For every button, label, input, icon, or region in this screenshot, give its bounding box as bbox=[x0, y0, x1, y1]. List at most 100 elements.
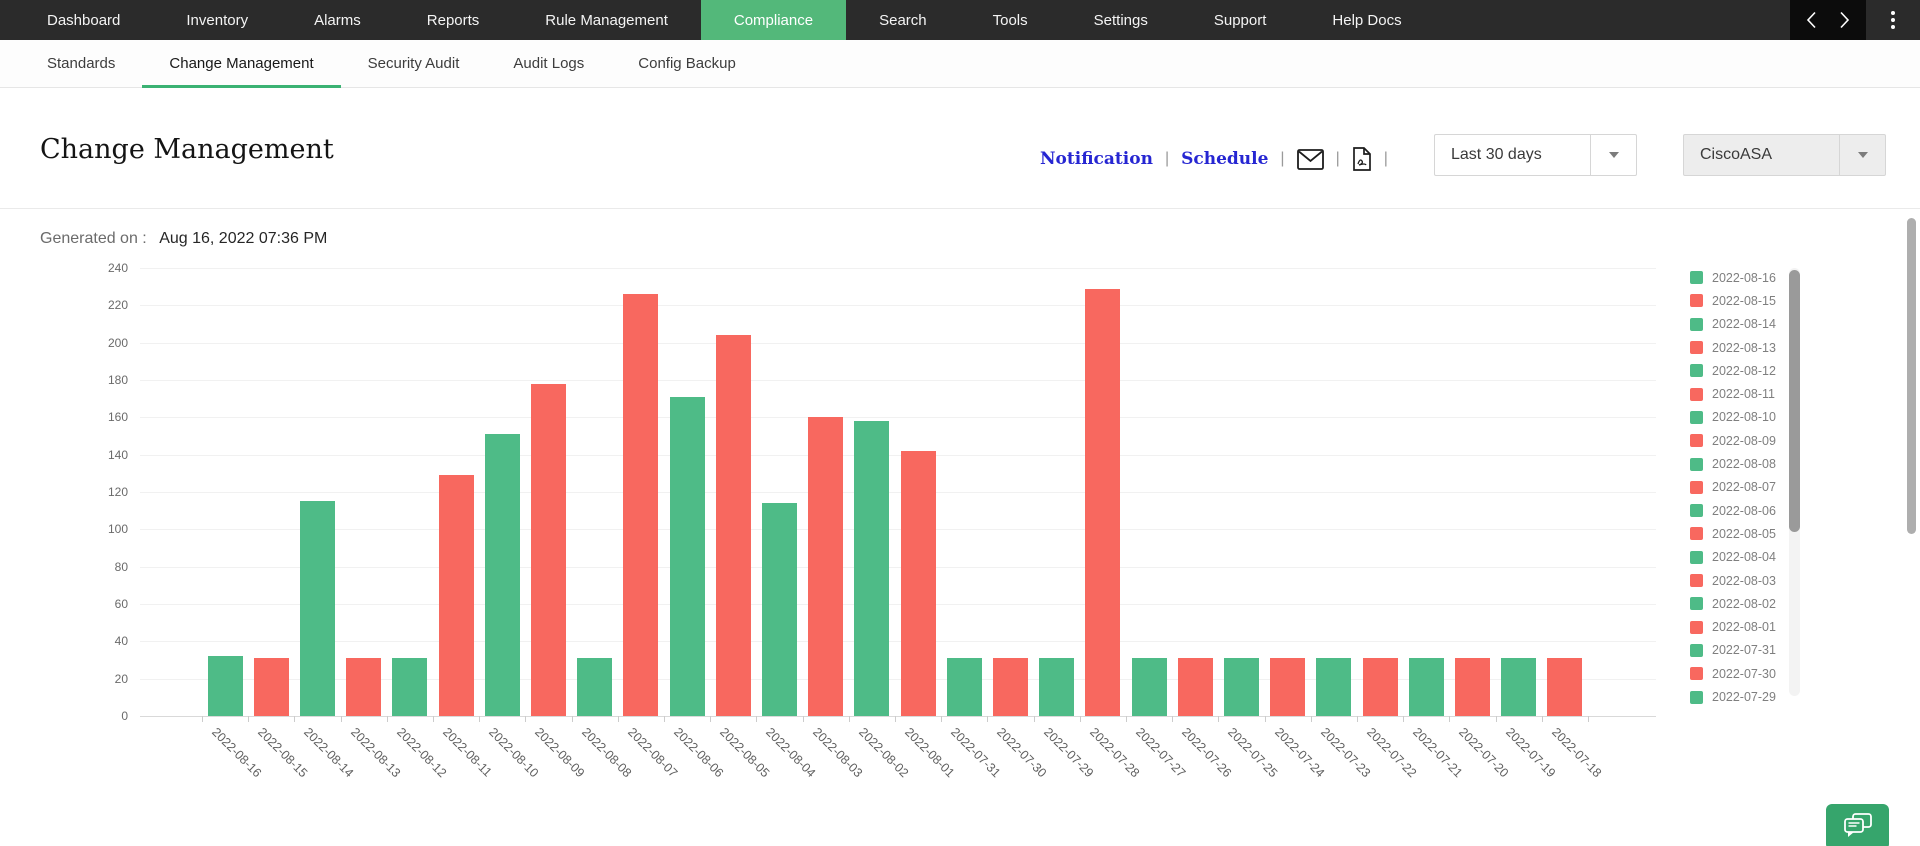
tab-change-management[interactable]: Change Management bbox=[142, 40, 340, 87]
page-scrollbar[interactable] bbox=[1907, 218, 1916, 534]
top-navbar-items: DashboardInventoryAlarmsReportsRule Mana… bbox=[0, 0, 1435, 40]
nav-item-reports[interactable]: Reports bbox=[394, 0, 513, 40]
bar-2022-08-13[interactable] bbox=[346, 658, 381, 716]
bar-2022-08-08[interactable] bbox=[577, 658, 612, 716]
bar-2022-07-19[interactable] bbox=[1501, 658, 1536, 716]
legend-item-2022-08-01[interactable]: 2022-08-01 bbox=[1690, 616, 1776, 639]
schedule-link[interactable]: Schedule bbox=[1181, 149, 1268, 169]
bar-2022-07-22[interactable] bbox=[1363, 658, 1398, 716]
legend-item-2022-08-02[interactable]: 2022-08-02 bbox=[1690, 592, 1776, 615]
nav-item-dashboard[interactable]: Dashboard bbox=[14, 0, 153, 40]
bar-2022-07-31[interactable] bbox=[947, 658, 982, 716]
nav-item-tools[interactable]: Tools bbox=[960, 0, 1061, 40]
pdf-export-icon[interactable] bbox=[1352, 147, 1372, 171]
legend-item-2022-08-13[interactable]: 2022-08-13 bbox=[1690, 336, 1776, 359]
bar-2022-07-25[interactable] bbox=[1224, 658, 1259, 716]
generated-on: Generated on : Aug 16, 2022 07:36 PM bbox=[40, 230, 327, 248]
tab-config-backup[interactable]: Config Backup bbox=[611, 40, 763, 87]
kebab-menu-icon[interactable] bbox=[1866, 0, 1920, 40]
legend-item-2022-08-07[interactable]: 2022-08-07 bbox=[1690, 476, 1776, 499]
gridline-0 bbox=[140, 716, 1656, 717]
chevron-right-icon[interactable] bbox=[1839, 11, 1850, 29]
legend-item-2022-08-15[interactable]: 2022-08-15 bbox=[1690, 289, 1776, 312]
bar-2022-08-03[interactable] bbox=[808, 417, 843, 716]
bar-2022-07-27[interactable] bbox=[1132, 658, 1167, 716]
bar-2022-07-29[interactable] bbox=[1039, 658, 1074, 716]
legend-item-2022-08-16[interactable]: 2022-08-16 bbox=[1690, 266, 1776, 289]
legend-item-2022-08-08[interactable]: 2022-08-08 bbox=[1690, 452, 1776, 475]
gridline-100 bbox=[140, 529, 1656, 530]
bar-2022-07-23[interactable] bbox=[1316, 658, 1351, 716]
legend-item-2022-08-12[interactable]: 2022-08-12 bbox=[1690, 359, 1776, 382]
x-tick bbox=[1357, 716, 1358, 722]
legend-item-2022-08-11[interactable]: 2022-08-11 bbox=[1690, 383, 1775, 406]
legend-item-2022-08-10[interactable]: 2022-08-10 bbox=[1690, 406, 1776, 429]
bar-2022-08-11[interactable] bbox=[439, 475, 474, 716]
legend-item-2022-08-14[interactable]: 2022-08-14 bbox=[1690, 313, 1776, 336]
legend-scrollbar[interactable] bbox=[1789, 268, 1800, 696]
nav-item-support[interactable]: Support bbox=[1181, 0, 1300, 40]
x-tick bbox=[341, 716, 342, 722]
legend-label: 2022-08-09 bbox=[1712, 434, 1776, 448]
legend-item-2022-08-06[interactable]: 2022-08-06 bbox=[1690, 499, 1776, 522]
x-tick-label: 2022-08-16 bbox=[209, 725, 264, 780]
tab-standards[interactable]: Standards bbox=[20, 40, 142, 87]
x-tick bbox=[433, 716, 434, 722]
tab-security-audit[interactable]: Security Audit bbox=[341, 40, 487, 87]
device-dropdown[interactable]: CiscoASA bbox=[1683, 134, 1886, 176]
legend-color-swatch bbox=[1690, 644, 1703, 657]
x-tick-label: 2022-07-28 bbox=[1087, 725, 1142, 780]
chevron-left-icon[interactable] bbox=[1806, 11, 1817, 29]
mail-icon[interactable] bbox=[1297, 149, 1324, 170]
legend-item-2022-08-04[interactable]: 2022-08-04 bbox=[1690, 546, 1776, 569]
x-tick-label: 2022-07-20 bbox=[1456, 725, 1511, 780]
nav-item-settings[interactable]: Settings bbox=[1061, 0, 1181, 40]
legend-label: 2022-08-13 bbox=[1712, 341, 1776, 355]
time-range-dropdown[interactable]: Last 30 days bbox=[1434, 134, 1637, 176]
gridline-120 bbox=[140, 492, 1656, 493]
bar-2022-07-30[interactable] bbox=[993, 658, 1028, 716]
nav-item-help-docs[interactable]: Help Docs bbox=[1299, 0, 1434, 40]
bar-2022-07-21[interactable] bbox=[1409, 658, 1444, 716]
legend-item-2022-07-31[interactable]: 2022-07-31 bbox=[1690, 639, 1776, 662]
legend-label: 2022-08-10 bbox=[1712, 410, 1776, 424]
legend-scrollbar-thumb[interactable] bbox=[1789, 270, 1800, 532]
bar-2022-07-20[interactable] bbox=[1455, 658, 1490, 716]
x-tick bbox=[1449, 716, 1450, 722]
legend-item-2022-08-05[interactable]: 2022-08-05 bbox=[1690, 522, 1776, 545]
nav-item-alarms[interactable]: Alarms bbox=[281, 0, 394, 40]
bar-2022-08-05[interactable] bbox=[716, 335, 751, 716]
bar-2022-07-18[interactable] bbox=[1547, 658, 1582, 716]
legend-item-2022-07-29[interactable]: 2022-07-29 bbox=[1690, 685, 1776, 708]
nav-item-search[interactable]: Search bbox=[846, 0, 960, 40]
legend-item-2022-08-03[interactable]: 2022-08-03 bbox=[1690, 569, 1776, 592]
tab-audit-logs[interactable]: Audit Logs bbox=[486, 40, 611, 87]
nav-item-compliance[interactable]: Compliance bbox=[701, 0, 846, 40]
bar-2022-08-14[interactable] bbox=[300, 501, 335, 716]
chat-button[interactable] bbox=[1826, 804, 1889, 846]
x-tick-label: 2022-07-26 bbox=[1179, 725, 1234, 780]
bar-2022-08-04[interactable] bbox=[762, 503, 797, 716]
bar-2022-07-24[interactable] bbox=[1270, 658, 1305, 716]
bar-2022-07-28[interactable] bbox=[1085, 289, 1120, 716]
bar-2022-07-26[interactable] bbox=[1178, 658, 1213, 716]
bar-2022-08-12[interactable] bbox=[392, 658, 427, 716]
legend-item-2022-08-09[interactable]: 2022-08-09 bbox=[1690, 429, 1776, 452]
x-tick bbox=[1542, 716, 1543, 722]
bar-2022-08-15[interactable] bbox=[254, 658, 289, 716]
bar-2022-08-16[interactable] bbox=[208, 656, 243, 716]
x-tick-label: 2022-08-07 bbox=[625, 725, 680, 780]
bar-2022-08-06[interactable] bbox=[670, 397, 705, 716]
notification-link[interactable]: Notification bbox=[1040, 149, 1153, 169]
legend-item-2022-07-30[interactable]: 2022-07-30 bbox=[1690, 662, 1776, 685]
bar-2022-08-02[interactable] bbox=[854, 421, 889, 716]
y-tick-label: 200 bbox=[56, 336, 128, 350]
bar-2022-08-01[interactable] bbox=[901, 451, 936, 716]
legend-color-swatch bbox=[1690, 458, 1703, 471]
nav-item-inventory[interactable]: Inventory bbox=[153, 0, 281, 40]
bar-2022-08-09[interactable] bbox=[531, 384, 566, 716]
bar-2022-08-07[interactable] bbox=[623, 294, 658, 716]
x-tick bbox=[1311, 716, 1312, 722]
bar-2022-08-10[interactable] bbox=[485, 434, 520, 716]
nav-item-rule-management[interactable]: Rule Management bbox=[512, 0, 701, 40]
